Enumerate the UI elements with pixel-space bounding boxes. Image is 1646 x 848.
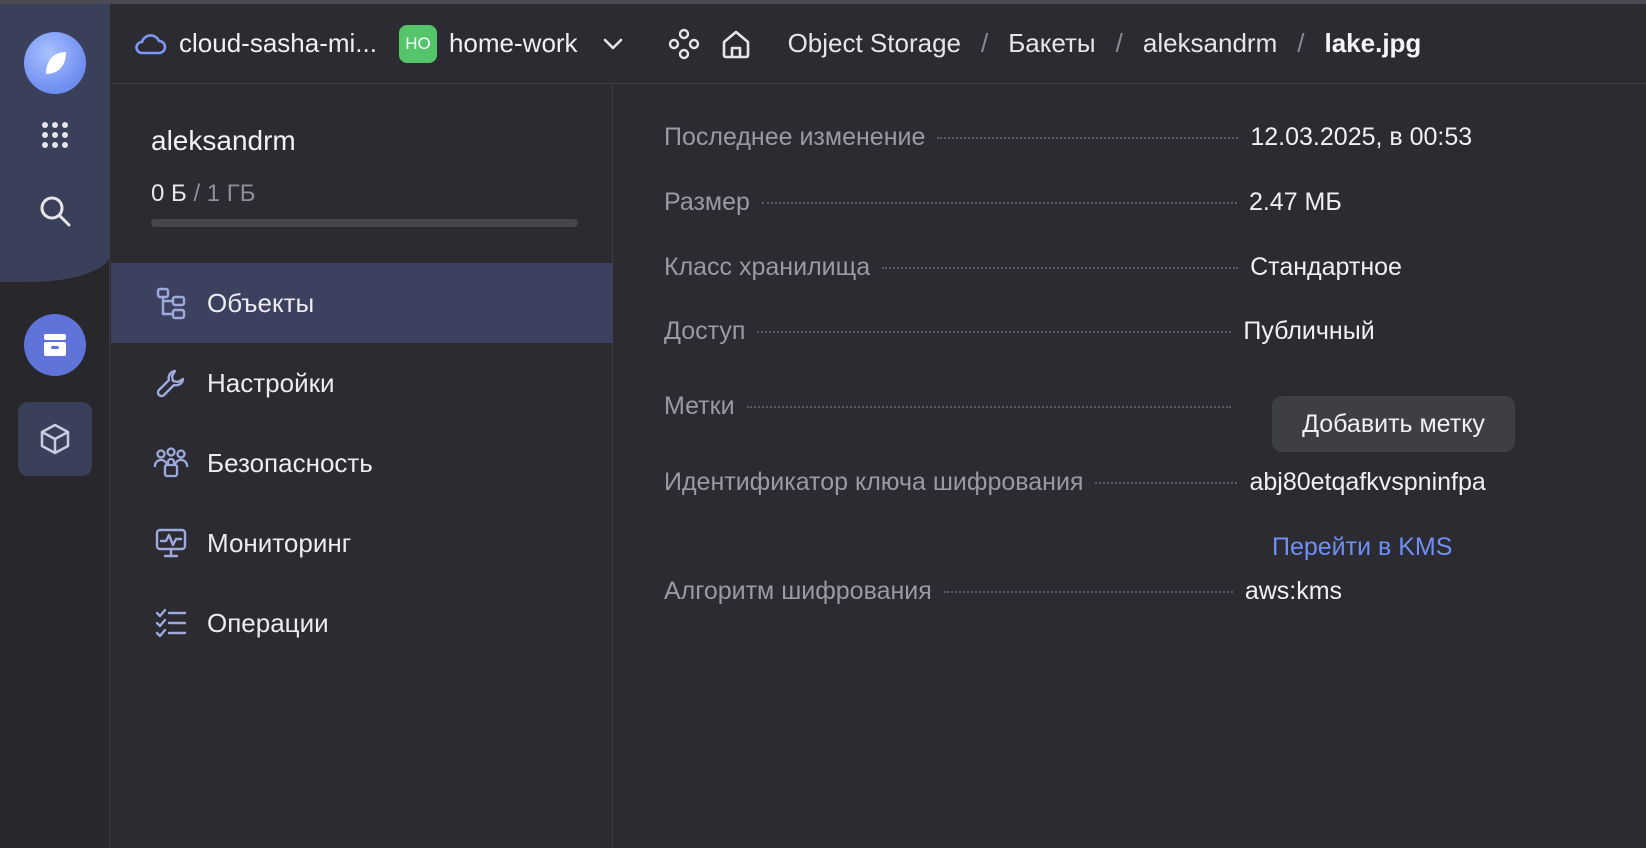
sidebar-item-operations[interactable]: Операции	[111, 583, 613, 663]
detail-row-modified: Последнее изменение 12.03.2025, в 00:53	[664, 123, 1624, 152]
sidebar-item-label: Безопасность	[207, 447, 373, 478]
usage-progress-bar	[151, 219, 578, 227]
breadcrumb-object-storage[interactable]: Object Storage	[788, 28, 961, 59]
left-rail	[0, 4, 110, 848]
leader-dots	[757, 331, 1232, 333]
folder-badge: НО	[398, 24, 437, 63]
detail-key: Метки	[664, 392, 735, 420]
chevron-down-icon[interactable]	[602, 37, 624, 51]
breadcrumb: Object Storage / Бакеты / aleksandrm / l…	[788, 28, 1422, 59]
leader-dots	[882, 267, 1239, 269]
sidebar-item-objects[interactable]: Объекты	[111, 263, 613, 343]
detail-value: 12.03.2025, в 00:53	[1250, 123, 1473, 151]
cloud-icon	[133, 31, 167, 57]
home-icon[interactable]	[720, 28, 752, 60]
detail-key: Алгоритм шифрования	[664, 577, 932, 605]
sidebar-item-label: Объекты	[207, 287, 315, 318]
security-icon	[151, 443, 191, 483]
wrench-icon	[151, 363, 191, 403]
sidebar-item-label: Настройки	[207, 367, 335, 398]
detail-row-access: Доступ Публичный	[664, 317, 1624, 346]
detail-key: Класс хранилища	[664, 253, 871, 281]
sidebar-item-monitoring[interactable]: Мониторинг	[111, 503, 613, 583]
sidebar-nav: Объекты Настройки Безопасность Мониторин…	[111, 263, 613, 663]
breadcrumb-separator: /	[981, 28, 989, 58]
breadcrumb-separator: /	[1297, 28, 1305, 58]
detail-value: abj80etqafkvspninfpa	[1249, 468, 1486, 496]
leader-dots	[1095, 482, 1238, 484]
sidebar-item-security[interactable]: Безопасность	[111, 423, 613, 503]
detail-row-size: Размер 2.47 МБ	[664, 188, 1624, 217]
sidebar-item-label: Мониторинг	[207, 527, 352, 558]
services-grid-icon[interactable]	[24, 104, 86, 166]
add-tag-button[interactable]: Добавить метку	[1272, 396, 1515, 452]
object-details: Последнее изменение 12.03.2025, в 00:53 …	[614, 85, 1646, 848]
cloud-logo-icon[interactable]	[24, 32, 86, 94]
storage-usage: 0 Б / 1 ГБ	[151, 180, 256, 208]
nodes-icon[interactable]	[668, 28, 700, 60]
detail-key: Размер	[664, 188, 750, 216]
leader-dots	[943, 591, 1233, 593]
detail-value: Публичный	[1243, 317, 1375, 345]
search-icon[interactable]	[24, 180, 86, 242]
go-to-kms-link[interactable]: Перейти в KMS	[1272, 533, 1452, 562]
cloud-selector[interactable]: cloud-sasha-mi...	[133, 28, 377, 59]
detail-value: aws:kms	[1244, 577, 1343, 605]
cloud-name: cloud-sasha-mi...	[179, 28, 377, 58]
usage-total: 1 ГБ	[206, 180, 256, 207]
detail-value: Стандартное	[1250, 253, 1402, 281]
detail-key: Идентификатор ключа шифрования	[664, 468, 1084, 496]
detail-key: Доступ	[664, 317, 746, 345]
leader-dots	[761, 202, 1237, 204]
folder-name[interactable]: home-work	[449, 28, 578, 59]
monitoring-icon	[151, 523, 191, 563]
detail-row-encryption-key: Идентификатор ключа шифрования abj80etqa…	[664, 468, 1624, 497]
usage-used: 0 Б	[151, 180, 187, 207]
detail-row-encryption-algorithm: Алгоритм шифрования aws:kms	[664, 577, 1624, 606]
breadcrumb-bucket[interactable]: aleksandrm	[1143, 28, 1277, 59]
breadcrumb-separator: /	[1115, 28, 1123, 58]
usage-separator: /	[193, 180, 201, 207]
detail-value: 2.47 МБ	[1248, 188, 1342, 216]
object-storage-icon[interactable]	[24, 314, 86, 376]
breadcrumb-buckets[interactable]: Бакеты	[1008, 28, 1095, 59]
detail-row-storage-class: Класс хранилища Стандартное	[664, 253, 1624, 282]
bucket-sidebar: aleksandrm 0 Б / 1 ГБ Объекты Настройки …	[111, 85, 613, 848]
bucket-name: aleksandrm	[151, 125, 296, 156]
detail-key: Последнее изменение	[664, 123, 926, 151]
breadcrumb-current-object: lake.jpg	[1324, 28, 1422, 58]
leader-dots	[937, 137, 1239, 139]
operations-icon	[151, 603, 191, 643]
sidebar-item-settings[interactable]: Настройки	[111, 343, 613, 423]
sidebar-item-label: Операции	[207, 607, 329, 638]
objects-icon	[151, 283, 191, 323]
leader-dots	[746, 406, 1231, 408]
cube-icon[interactable]	[18, 402, 92, 476]
top-header: cloud-sasha-mi... НО home-work Object St…	[111, 4, 1646, 84]
